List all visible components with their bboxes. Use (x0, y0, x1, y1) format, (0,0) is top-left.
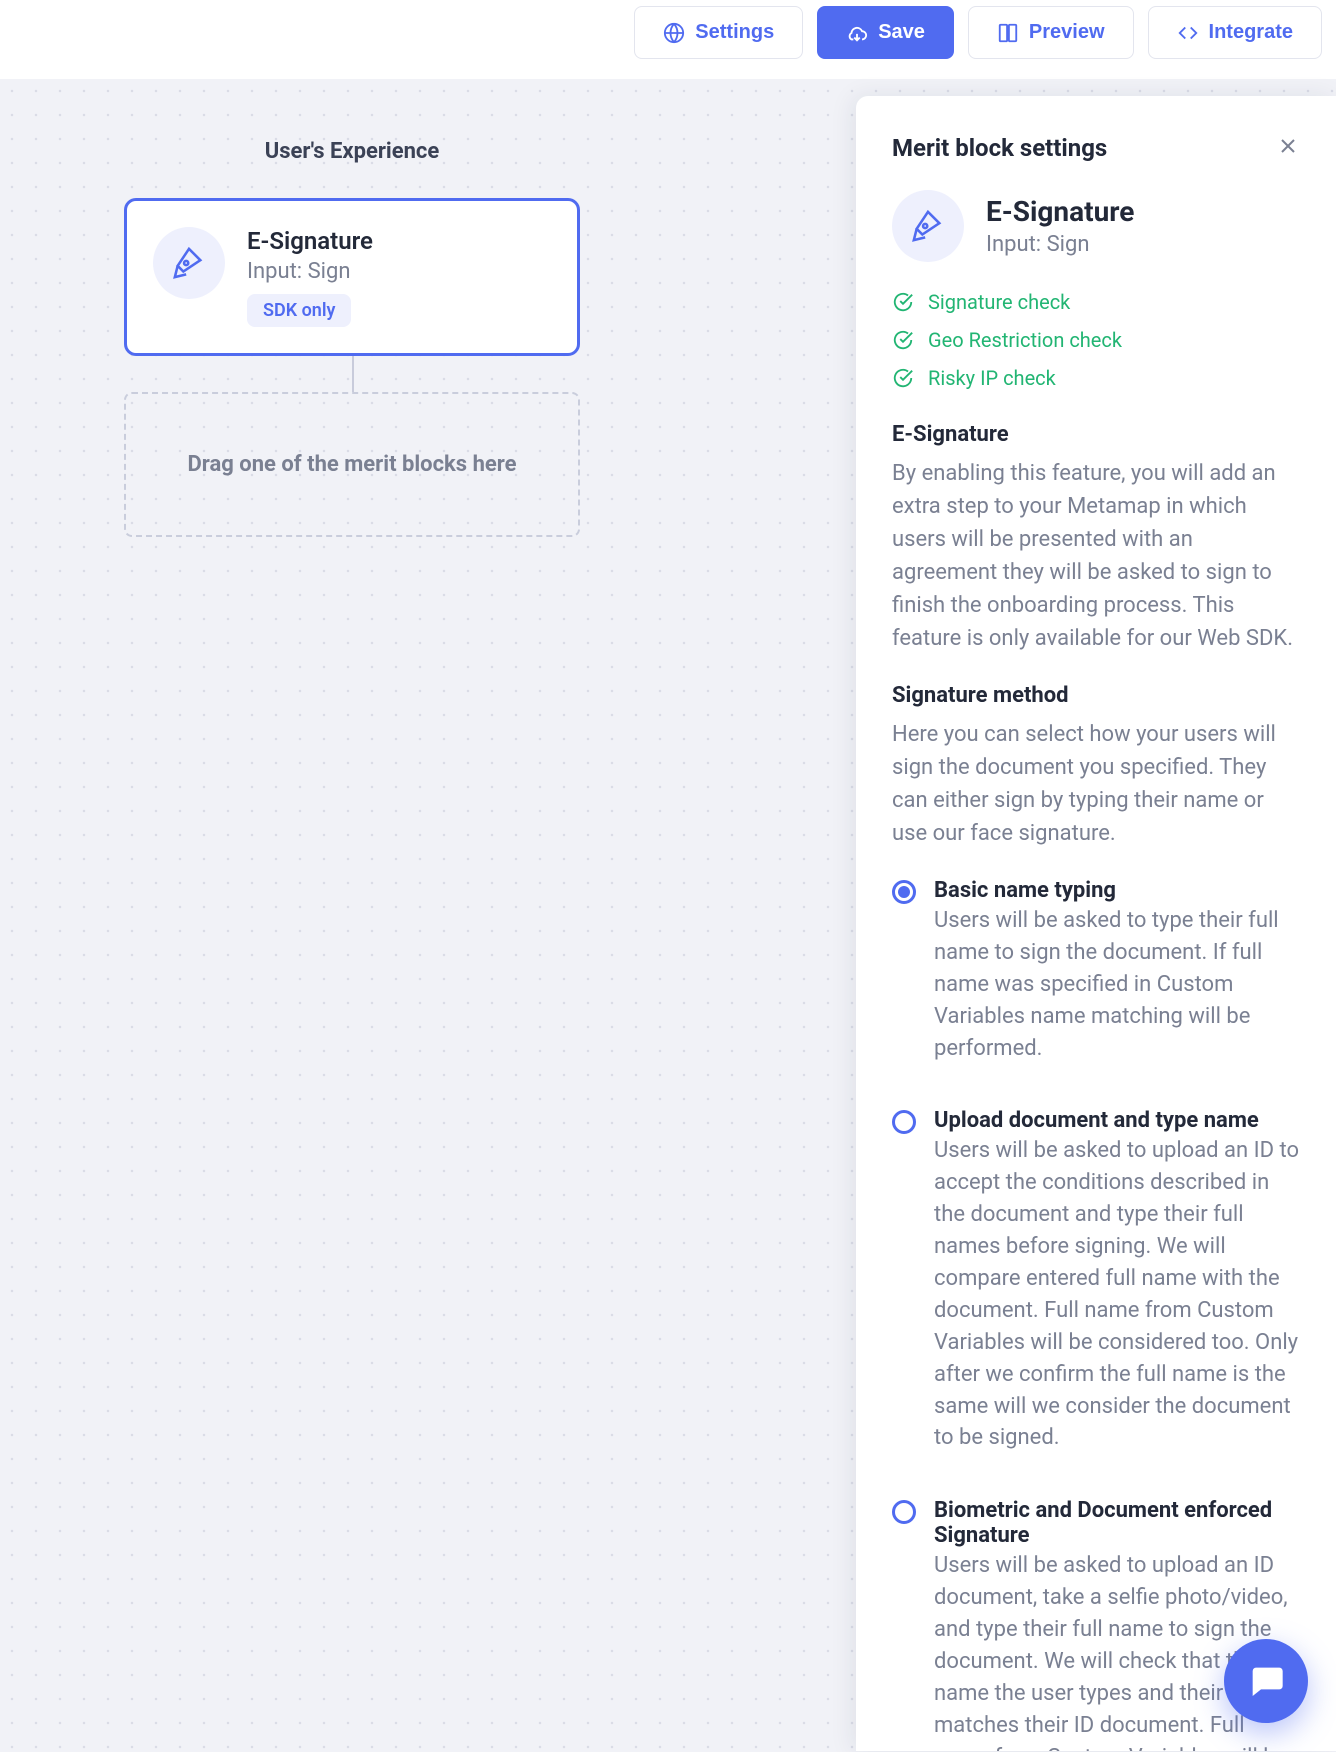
save-label: Save (878, 21, 925, 44)
method-heading: Signature method (892, 683, 1300, 708)
radio-upload-doc[interactable]: Upload document and type name Users will… (892, 1108, 1300, 1454)
check-circle-icon (892, 291, 914, 313)
integrate-label: Integrate (1209, 21, 1293, 44)
panel-block-header: E-Signature Input: Sign (892, 190, 1300, 262)
settings-button[interactable]: Settings (634, 6, 803, 59)
signature-method-radio-group: Basic name typing Users will be asked to… (892, 878, 1300, 1751)
radio-icon (892, 1110, 916, 1134)
pen-nib-icon (892, 190, 964, 262)
esig-heading: E-Signature (892, 422, 1300, 447)
radio-desc: Users will be asked to upload an ID to a… (934, 1135, 1300, 1454)
radio-title: Biometric and Document enforced Signatur… (934, 1498, 1300, 1548)
check-ip: Risky IP check (892, 366, 1300, 390)
check-signature: Signature check (892, 290, 1300, 314)
panel-block-title: E-Signature (986, 195, 1134, 228)
check-circle-icon (892, 367, 914, 389)
panel-title: Merit block settings (892, 134, 1107, 162)
radio-basic-name[interactable]: Basic name typing Users will be asked to… (892, 878, 1300, 1064)
check-label: Risky IP check (928, 366, 1056, 390)
panel-block-input: Input: Sign (986, 232, 1134, 257)
radio-title: Upload document and type name (934, 1108, 1300, 1133)
method-desc: Here you can select how your users will … (892, 718, 1300, 850)
check-circle-icon (892, 329, 914, 351)
check-geo: Geo Restriction check (892, 328, 1300, 352)
toolbar: Settings Save Preview Integrate (0, 0, 1336, 79)
drop-zone[interactable]: Drag one of the merit blocks here (124, 392, 580, 537)
preview-label: Preview (1029, 21, 1105, 44)
block-meta: E-Signature Input: Sign SDK only (247, 227, 373, 327)
preview-button[interactable]: Preview (968, 6, 1134, 59)
close-button[interactable] (1276, 134, 1300, 162)
ux-title: User's Experience (124, 139, 580, 164)
sdk-badge: SDK only (247, 294, 351, 327)
chat-fab[interactable] (1224, 1639, 1308, 1723)
chat-icon (1246, 1661, 1286, 1701)
panels-icon (997, 22, 1019, 44)
panel-block-text: E-Signature Input: Sign (986, 195, 1134, 257)
pen-nib-icon (153, 227, 225, 299)
esig-desc: By enabling this feature, you will add a… (892, 457, 1300, 655)
check-label: Signature check (928, 290, 1070, 314)
radio-icon (892, 1500, 916, 1524)
cloud-save-icon (846, 22, 868, 44)
radio-desc: Users will be asked to type their full n… (934, 905, 1300, 1064)
connector (352, 356, 354, 392)
settings-panel: Merit block settings E-Signature Input: … (856, 96, 1336, 1751)
radio-icon (892, 880, 916, 904)
check-list: Signature check Geo Restriction check Ri… (892, 290, 1300, 390)
block-input: Input: Sign (247, 259, 373, 284)
code-icon (1177, 22, 1199, 44)
save-button[interactable]: Save (817, 6, 954, 59)
settings-label: Settings (695, 21, 774, 44)
flow-block-esignature[interactable]: E-Signature Input: Sign SDK only (124, 198, 580, 356)
radio-title: Basic name typing (934, 878, 1300, 903)
close-icon (1276, 134, 1300, 158)
block-title: E-Signature (247, 227, 373, 255)
globe-icon (663, 22, 685, 44)
integrate-button[interactable]: Integrate (1148, 6, 1322, 59)
check-label: Geo Restriction check (928, 328, 1122, 352)
